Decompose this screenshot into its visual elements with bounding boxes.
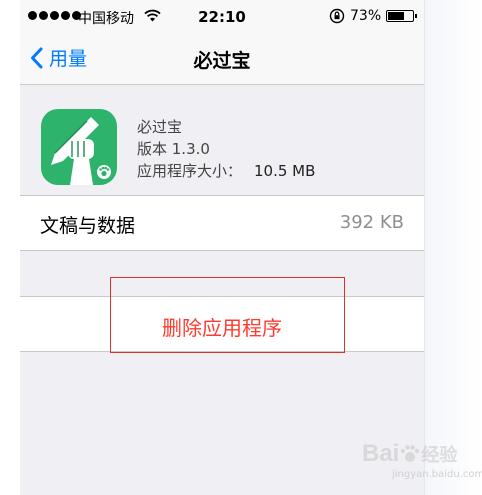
app-version: 版本 1.3.0 [137,140,210,158]
app-info: 必过宝 版本 1.3.0 应用程序大小： 10.5 MB [20,94,424,194]
battery-percent: 73% [350,8,382,24]
battery-icon [386,10,417,22]
navigation-bar: 用量 必过宝 [20,34,424,85]
right-margin [424,0,482,495]
watermark-logo: Bai 经验 [362,440,457,468]
watermark-suffix: 经验 [421,445,458,465]
app-name: 必过宝 [137,118,183,136]
app-size-label: 应用程序大小： [137,162,243,180]
status-bar: 中国移动 22:10 73% [20,0,424,34]
phone-screen: 中国移动 22:10 73% 用量 必过宝 必过宝 版本 1.3.0 应用程序大… [20,0,424,495]
rotation-lock-icon [329,8,345,28]
page-title: 必过宝 [193,50,251,72]
watermark-text: Bai [362,440,400,467]
documents-data-value: 392 KB [339,212,404,233]
highlight-box [110,277,345,353]
watermark-sub: jingyan.baidu.com [392,469,482,480]
documents-data-row: 文稿与数据 392 KB [20,195,424,251]
app-size: 应用程序大小： 10.5 MB [137,160,315,182]
paw-icon [401,445,420,462]
app-meta: 必过宝 版本 1.3.0 应用程序大小： 10.5 MB [137,116,315,182]
documents-data-label: 文稿与数据 [40,215,136,237]
app-size-value: 10.5 MB [254,162,316,180]
fist-pencil-app-icon [41,109,117,185]
